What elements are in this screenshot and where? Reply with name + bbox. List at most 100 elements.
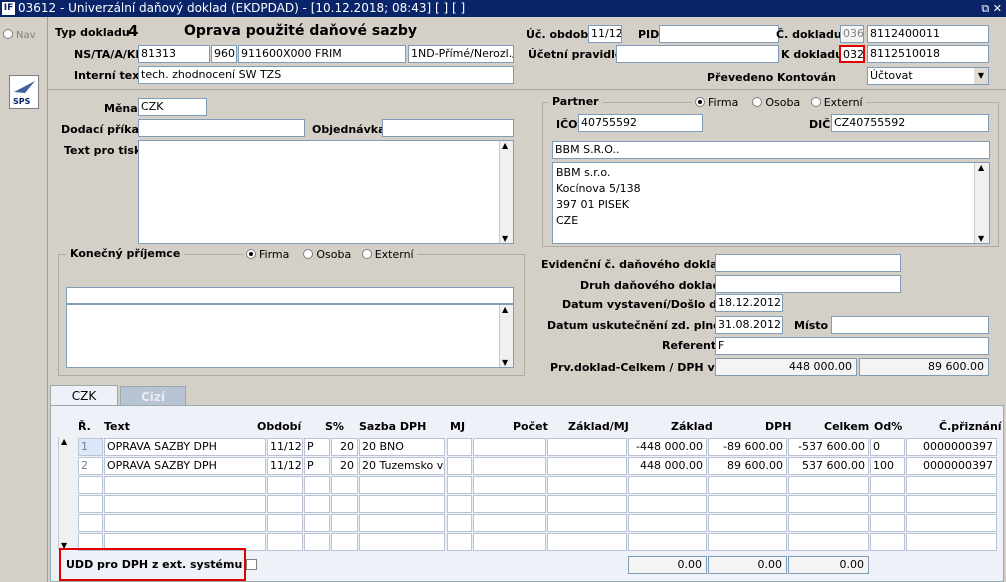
scroll-up-icon[interactable]: ▲ <box>978 163 984 172</box>
kdokladu-field[interactable]: 8112510018 <box>867 45 989 63</box>
partner-address[interactable]: BBM s.r.o. Kocínova 5/138 397 01 PISEK C… <box>552 162 990 244</box>
row2-mj[interactable] <box>447 457 472 475</box>
scroll-up-icon[interactable]: ▲ <box>61 437 67 446</box>
partner-radio-firma[interactable]: Firma <box>695 96 738 109</box>
row1-sazba-n[interactable]: 20 <box>331 438 358 456</box>
kontovan-select[interactable]: Účtovat ▼ <box>867 67 989 85</box>
empty-grid-cell[interactable] <box>104 476 266 494</box>
objednavka-field[interactable] <box>382 119 514 137</box>
tisk-textarea[interactable] <box>138 140 514 244</box>
scroll-down-icon[interactable]: ▼ <box>502 358 508 367</box>
empty-grid-cell[interactable] <box>447 476 472 494</box>
konecny-address[interactable] <box>66 304 514 368</box>
usk-field[interactable]: 31.08.2012 <box>715 316 783 334</box>
row1-sazba[interactable]: 20 BNO <box>359 438 445 456</box>
empty-grid-cell[interactable] <box>359 514 445 532</box>
scroll-down-icon[interactable]: ▼ <box>502 234 508 243</box>
row2-od[interactable]: 100 <box>870 457 905 475</box>
row2-sazba[interactable]: 20 Tuzemsko vst <box>359 457 445 475</box>
empty-grid-cell[interactable] <box>447 514 472 532</box>
empty-grid-cell[interactable] <box>304 514 330 532</box>
evid-field[interactable] <box>715 254 901 272</box>
partner-scrollbar[interactable]: ▲ ▼ <box>974 163 989 243</box>
empty-grid-cell[interactable] <box>331 476 358 494</box>
row2-s[interactable]: P <box>304 457 330 475</box>
empty-grid-cell[interactable] <box>473 476 546 494</box>
obdobi-field[interactable]: 11/12 <box>588 25 622 43</box>
row1-celkem[interactable]: -537 600.00 <box>788 438 869 456</box>
empty-grid-cell[interactable] <box>906 533 997 551</box>
ns-field-2[interactable]: 960 <box>211 45 237 63</box>
empty-grid-cell[interactable] <box>870 514 905 532</box>
ns-field-1[interactable]: 81313 <box>138 45 210 63</box>
scroll-up-icon[interactable]: ▲ <box>502 141 508 150</box>
empty-grid-cell[interactable] <box>628 533 707 551</box>
empty-grid-cell[interactable] <box>331 495 358 513</box>
empty-grid-cell[interactable] <box>870 476 905 494</box>
mena-field[interactable]: CZK <box>138 98 207 116</box>
empty-grid-cell[interactable] <box>906 495 997 513</box>
empty-grid-cell[interactable] <box>304 476 330 494</box>
empty-grid-cell[interactable] <box>104 514 266 532</box>
empty-grid-cell[interactable] <box>547 533 627 551</box>
kdokladu-prefix[interactable]: 032 <box>839 45 865 63</box>
cdokladu-field[interactable]: 8112400011 <box>867 25 989 43</box>
empty-grid-cell[interactable] <box>870 495 905 513</box>
row2-obdobi[interactable]: 11/12 <box>267 457 303 475</box>
scroll-up-icon[interactable]: ▲ <box>502 305 508 314</box>
empty-grid-cell[interactable] <box>473 533 546 551</box>
empty-grid-cell[interactable] <box>304 495 330 513</box>
empty-grid-cell[interactable] <box>473 514 546 532</box>
empty-grid-cell[interactable] <box>359 476 445 494</box>
empty-grid-cell[interactable] <box>708 533 787 551</box>
empty-grid-cell[interactable] <box>547 476 627 494</box>
konecny-name-field[interactable] <box>66 287 514 304</box>
empty-grid-cell[interactable] <box>267 514 303 532</box>
prv-dph-field[interactable]: 89 600.00 <box>859 358 989 376</box>
row2-celkem[interactable]: 537 600.00 <box>788 457 869 475</box>
tab-czk[interactable]: CZK <box>50 385 118 405</box>
interni-field[interactable]: tech. zhodnocení SW TZS <box>138 66 514 84</box>
partner-radio-externi[interactable]: Externí <box>810 96 863 109</box>
empty-grid-cell[interactable] <box>906 476 997 494</box>
empty-grid-cell[interactable] <box>906 514 997 532</box>
misto-field[interactable] <box>831 316 989 334</box>
scroll-down-icon[interactable]: ▼ <box>978 234 984 243</box>
row1-r[interactable]: 1 <box>78 438 103 456</box>
referent-field[interactable]: F <box>715 337 989 355</box>
empty-grid-cell[interactable] <box>304 533 330 551</box>
row2-dph[interactable]: 89 600.00 <box>708 457 787 475</box>
row1-zakladmj[interactable] <box>547 438 627 456</box>
druh-field[interactable] <box>715 275 901 293</box>
empty-grid-cell[interactable] <box>78 514 103 532</box>
empty-grid-cell[interactable] <box>267 533 303 551</box>
empty-grid-cell[interactable] <box>331 533 358 551</box>
tab-cizi-mena[interactable]: Cizí měna <box>120 386 186 424</box>
cdokladu-prefix[interactable]: 036 <box>840 25 864 43</box>
empty-grid-cell[interactable] <box>788 476 869 494</box>
empty-grid-cell[interactable] <box>473 495 546 513</box>
konecny-radio-externi[interactable]: Externí <box>361 248 414 261</box>
empty-grid-cell[interactable] <box>628 476 707 494</box>
ns-field-4[interactable]: 1ND-Přímé/Nerozl./HČ <box>408 45 514 63</box>
empty-grid-cell[interactable] <box>104 495 266 513</box>
row2-zaklad[interactable]: 448 000.00 <box>628 457 707 475</box>
tisk-scrollbar[interactable]: ▲ ▼ <box>499 141 513 243</box>
konecny-radio-osoba[interactable]: Osoba <box>303 248 351 261</box>
empty-grid-cell[interactable] <box>708 476 787 494</box>
row2-zakladmj[interactable] <box>547 457 627 475</box>
empty-grid-cell[interactable] <box>547 514 627 532</box>
row1-obdobi[interactable]: 11/12 <box>267 438 303 456</box>
empty-grid-cell[interactable] <box>628 495 707 513</box>
partner-name-field[interactable]: BBM S.R.O.. <box>552 141 990 159</box>
prv-celkem-field[interactable]: 448 000.00 <box>715 358 857 376</box>
row2-text[interactable]: OPRAVA SAZBY DPH <box>104 457 266 475</box>
dic-field[interactable]: CZ40755592 <box>831 114 989 132</box>
row1-cpriznani[interactable]: 0000000397 <box>906 438 997 456</box>
pravidlo-field[interactable] <box>616 45 779 63</box>
row1-od[interactable]: 0 <box>870 438 905 456</box>
empty-grid-cell[interactable] <box>447 495 472 513</box>
vyst-field[interactable]: 18.12.2012 <box>715 294 783 312</box>
empty-grid-cell[interactable] <box>359 533 445 551</box>
row2-pocet[interactable] <box>473 457 546 475</box>
